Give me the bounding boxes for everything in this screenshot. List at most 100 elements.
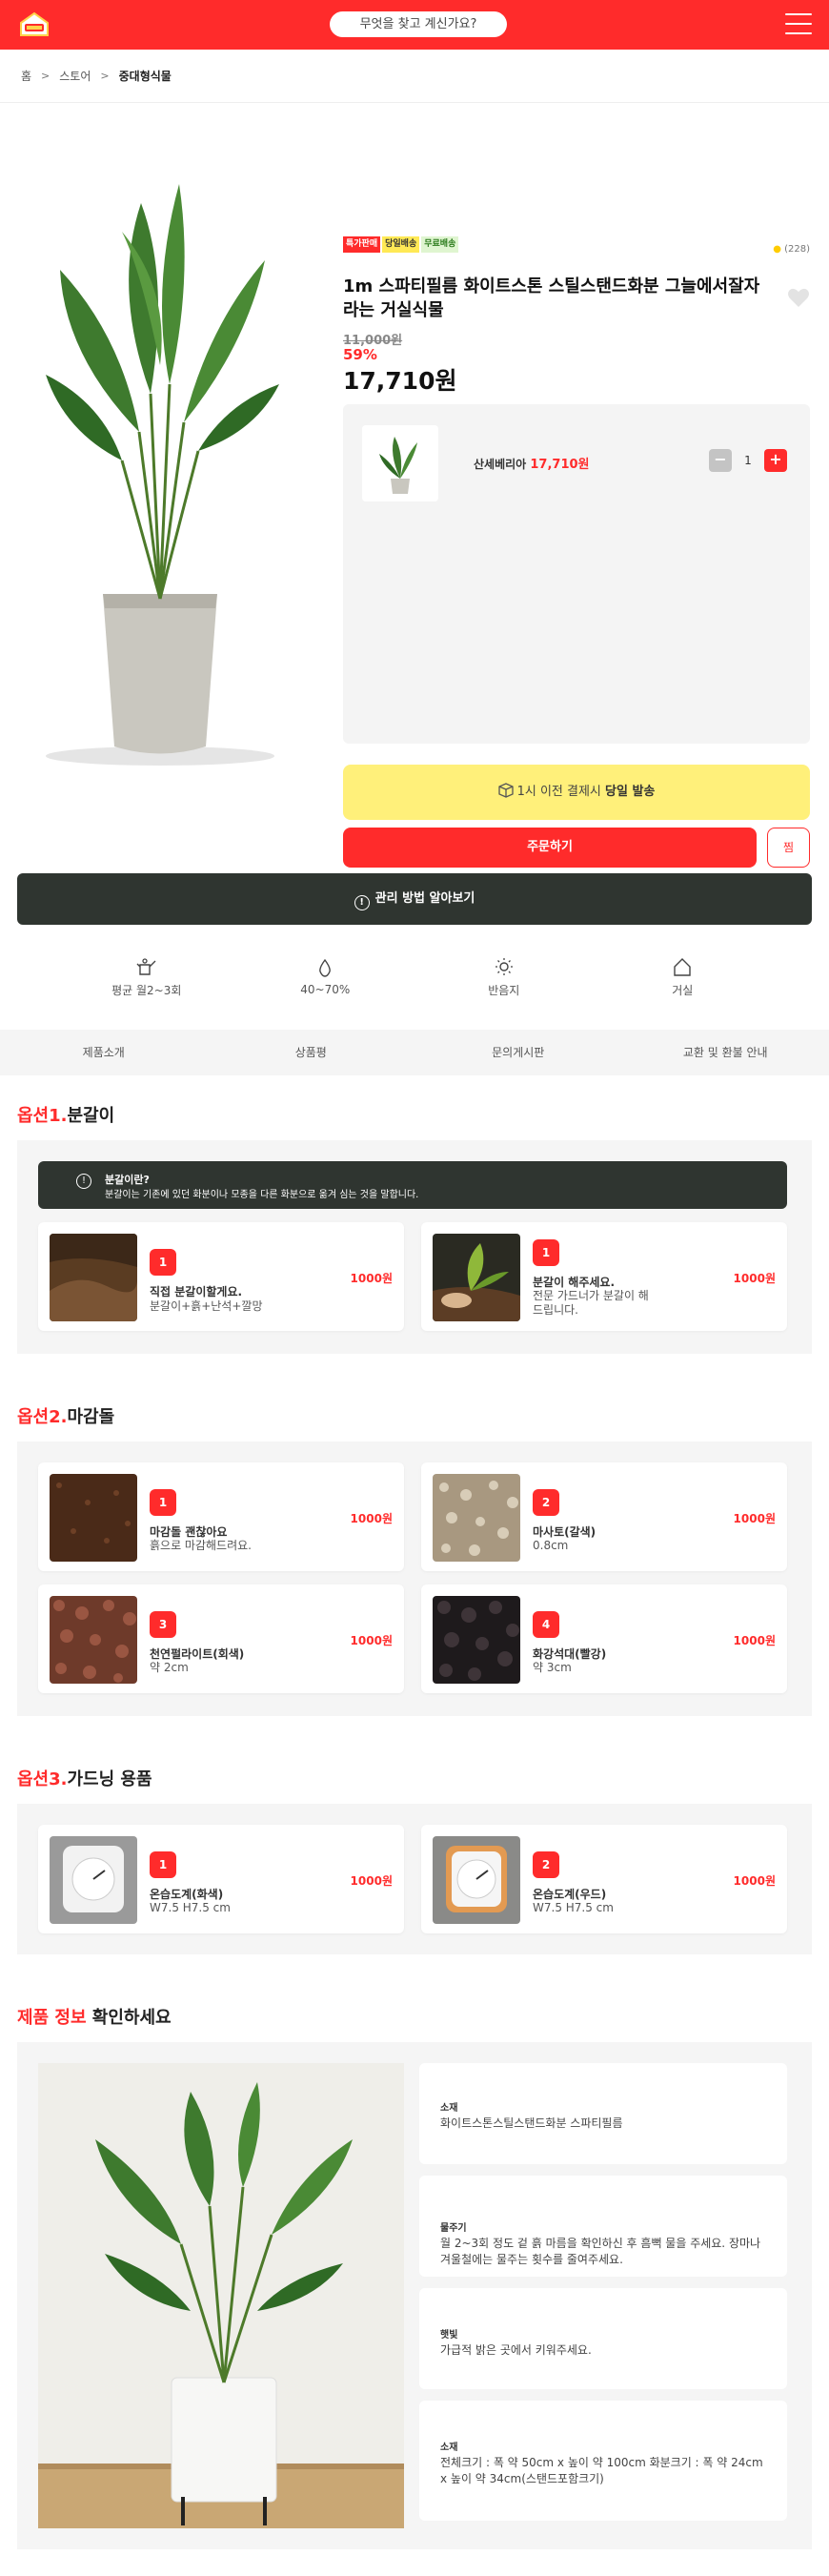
search-input[interactable]: 무엇을 찾고 계신가요?	[330, 11, 507, 37]
option-title: 화강석대(빨강)	[533, 1646, 606, 1662]
option-price: 1000원	[734, 1872, 776, 1889]
option-name: 산세베리아 17,710원	[474, 454, 590, 472]
plus-button[interactable]: +	[764, 449, 787, 472]
logo-icon[interactable]	[17, 10, 51, 38]
option-subtitle: 0.8cm	[533, 1539, 657, 1553]
option-card[interactable]: 1 직접 분갈이할게요. 분갈이+흙+난석+깔망 1000원	[38, 1222, 404, 1331]
bottom-spacer	[0, 2549, 829, 2576]
info-label: 소재	[440, 2439, 766, 2453]
quantity-stepper: − 1 +	[709, 449, 787, 472]
hamburger-menu-icon[interactable]	[785, 13, 812, 34]
minus-button[interactable]: −	[709, 449, 732, 472]
granite-thumbnail	[433, 1596, 520, 1684]
wish-button[interactable]: 찜	[767, 828, 810, 868]
option-card[interactable]: 2 온습도계(우드) W7.5 H7.5 cm 1000원	[421, 1825, 787, 1933]
info-card-material: 소재 화이트스톤스틸스탠드화분 스파티필름	[419, 2063, 787, 2164]
care-guide-button[interactable]: !관리 방법 알아보기	[17, 873, 812, 925]
option-card[interactable]: 3 천연펄라이트(회색) 약 2cm 1000원	[38, 1584, 404, 1693]
selected-options-box: 산세베리아 17,710원 − 1 +	[343, 404, 810, 744]
info-label: 물주기	[440, 2219, 766, 2234]
chevron-right-icon: >	[100, 70, 109, 82]
option2-heading-prefix: 옵션2.	[17, 1407, 67, 1427]
option-subtitle: 흙으로 마감해드려요.	[150, 1539, 273, 1553]
quantity-value[interactable]: 1	[732, 454, 764, 467]
sale-price: 17,710원	[343, 362, 456, 397]
option2-heading: 옵션2.마감돌	[0, 1377, 829, 1441]
top-bar: 무엇을 찾고 계신가요?	[0, 0, 829, 50]
option-number: 1	[150, 1851, 176, 1878]
option-card[interactable]: 1 온습도계(화색) W7.5 H7.5 cm 1000원	[38, 1825, 404, 1933]
option-card[interactable]: 2 마사토(갈색) 0.8cm 1000원	[421, 1462, 787, 1571]
rating-count: (228)	[784, 244, 810, 255]
option-number: 4	[533, 1611, 559, 1638]
badge-group: 특가판매 당일배송 무료배송	[343, 236, 458, 253]
option-subtitle: 전문 가드너가 분갈이 해드립니다.	[533, 1289, 657, 1318]
info-value: 가급적 밝은 곳에서 키워주세요.	[440, 2342, 766, 2359]
product-info-heading: 제품 정보 확인하세요	[0, 1977, 829, 2042]
option-subtitle: 약 2cm	[150, 1661, 273, 1675]
repotting-thumbnail	[433, 1234, 520, 1321]
notice-title: 분갈이란?	[105, 1172, 150, 1187]
option3-heading: 옵션3.가드닝 용품	[0, 1739, 829, 1804]
chevron-right-icon: >	[41, 70, 50, 82]
info-label: 소재	[440, 2099, 766, 2114]
breadcrumb: 홈 > 스토어 > 중대형식물	[0, 50, 829, 103]
option-title: 마감돌 괜찮아요	[150, 1523, 227, 1540]
product-info-panel: 소재 화이트스톤스틸스탠드화분 스파티필름 물주기 월 2~3회 정도 겉 흙 …	[17, 2042, 812, 2549]
product-title: 1m 스파티필름 화이트스톤 스틸스탠드화분 그늘에서잘자라는 거실식물	[343, 275, 762, 322]
option-number: 2	[533, 1851, 559, 1878]
info-value: 월 2~3회 정도 겉 흙 마름을 확인하신 후 흠뻑 물을 주세요. 장마나 …	[440, 2236, 766, 2268]
stat-humidity: 40~70%	[268, 958, 382, 996]
option-number: 1	[533, 1239, 559, 1266]
tab-reviews[interactable]: 상품평	[208, 1030, 415, 1075]
info-card-sunlight: 햇빛 가급적 밝은 곳에서 키워주세요.	[419, 2288, 787, 2389]
option-card[interactable]: 4 화강석대(빨강) 약 3cm 1000원	[421, 1584, 787, 1693]
breadcrumb-store[interactable]: 스토어	[59, 68, 91, 84]
info-card-watering: 물주기 월 2~3회 정도 겉 흙 마름을 확인하신 후 흠뻑 물을 주세요. …	[419, 2176, 787, 2277]
info-card-size: 소재 전체크기 : 폭 약 50cm x 높이 약 100cm 화분크기 : 폭…	[419, 2401, 787, 2521]
detail-tabs: 제품소개 상품평 문의게시판 교환 및 환불 안내	[0, 1030, 829, 1075]
product-info-image	[38, 2063, 404, 2528]
breadcrumb-home[interactable]: 홈	[21, 68, 31, 84]
info-icon: !	[354, 895, 370, 910]
breadcrumb-current: 중대형식물	[119, 68, 172, 84]
info-icon: !	[76, 1174, 91, 1189]
heart-icon[interactable]	[787, 287, 810, 308]
info-value: 전체크기 : 폭 약 50cm x 높이 약 100cm 화분크기 : 폭 약 …	[440, 2455, 766, 2487]
order-button[interactable]: 주문하기	[343, 828, 757, 868]
care-stats: 평균 월2~3회 40~70% 반음지 거실	[0, 925, 829, 1030]
stat-light: 반음지	[447, 957, 561, 998]
option-number: 1	[150, 1489, 176, 1516]
option1-heading: 옵션1.분갈이	[0, 1075, 829, 1140]
option-price: 1000원	[351, 1632, 393, 1648]
info-label: 햇빛	[440, 2326, 766, 2341]
option-price: 1000원	[351, 1510, 393, 1526]
badge-special-sale: 특가판매	[343, 236, 380, 253]
option3-panel: 1 온습도계(화색) W7.5 H7.5 cm 1000원 2 온습도계(우드)…	[17, 1804, 812, 1954]
option-price: 17,710원	[530, 458, 589, 472]
stat-location: 거실	[625, 957, 739, 998]
option-price: 1000원	[351, 1270, 393, 1286]
rating[interactable]: ● (228)	[773, 244, 810, 255]
option-number: 1	[150, 1249, 176, 1276]
option-subtitle: W7.5 H7.5 cm	[533, 1901, 657, 1915]
product-info-heading-text: 확인하세요	[87, 2008, 172, 2028]
gravel-thumbnail	[433, 1474, 520, 1562]
box-icon	[498, 783, 514, 798]
tab-product-intro[interactable]: 제품소개	[0, 1030, 208, 1075]
star-icon: ●	[773, 244, 781, 255]
option1-heading-text: 분갈이	[67, 1106, 114, 1126]
sun-icon	[494, 957, 515, 976]
option-name-text: 산세베리아	[474, 458, 526, 471]
option-subtitle: 분갈이+흙+난석+깔망	[150, 1299, 273, 1314]
option-thumbnail	[362, 425, 438, 501]
notice-text: 분갈이는 기존에 있던 화분이나 모종을 다른 화분으로 옮겨 심는 것을 말합…	[105, 1186, 418, 1200]
tab-exchange-refund[interactable]: 교환 및 환불 안내	[622, 1030, 829, 1075]
option-card[interactable]: 1 마감돌 괜찮아요 흙으로 마감해드려요. 1000원	[38, 1462, 404, 1571]
option-number: 2	[533, 1489, 559, 1516]
hygrometer-wood-thumbnail	[433, 1836, 520, 1924]
option-card[interactable]: 1 분갈이 해주세요. 전문 가드너가 분갈이 해드립니다. 1000원	[421, 1222, 787, 1331]
badge-same-day: 당일배송	[382, 236, 419, 253]
tab-inquiry[interactable]: 문의게시판	[414, 1030, 622, 1075]
option-price: 1000원	[734, 1632, 776, 1648]
